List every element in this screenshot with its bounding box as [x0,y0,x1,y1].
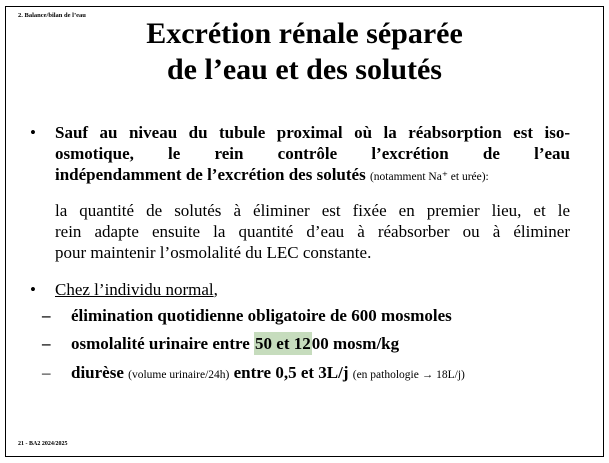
subitem-3-bold-2: entre 0,5 et 3L/j [233,363,349,382]
bullet-marker-1: • [30,123,36,142]
bullet-1-line-3-text: indépendamment de l’excrétion des soluté… [55,165,366,184]
title-line-1: Excrétion rénale séparée [146,17,463,50]
subitem-2-highlight: 50 et 12 [254,332,312,355]
bullet-1-para-line-2: rein adapte ensuite la quantité d’eau à … [55,222,570,241]
subitem-2-text-after: 00 mosm/kg [311,334,400,353]
bullet-1-para-line-3: pour maintenir l’osmolalité du LEC const… [55,243,372,262]
subitem-3-note-2: (en pathologie → 18L/j) [352,369,465,381]
bullet-1-note: (notamment Na⁺ et urée): [369,171,489,183]
slide-footer: 21 - BA2 2024/2025 [18,441,68,447]
bullet-1-para-line-1: la quantité de solutés à éliminer est fi… [55,201,570,220]
subitem-3: – diurèse (volume urinaire/24h) entre 0,5… [42,362,465,386]
subitem-1: – élimination quotidienne obligatoire de … [42,305,452,326]
title-line-2: de l’eau et des solutés [167,53,442,86]
bullet-2-underlined-text: Chez l’individu normal [55,280,214,299]
slide: 2. Balance/bilan de l’eau Excrétion réna… [0,0,609,463]
subitem-3-note-1: (volume urinaire/24h) [128,369,230,381]
subitem-3-bold-1: diurèse [71,363,124,382]
subitem-3-dash: – [42,363,51,382]
subitem-2-dash: – [42,334,51,353]
bullet-2-suffix: , [213,280,218,299]
subitem-2-text-before: osmolalité urinaire entre [71,334,255,353]
bullet-2-heading: Chez l’individu normal, [55,279,218,300]
bullet-1-line-3: indépendamment de l’excrétion des soluté… [55,164,570,188]
subitem-1-text: élimination quotidienne obligatoire de 6… [71,306,452,325]
bullet-1-paragraph: la quantité de solutés à éliminer est fi… [55,200,570,263]
bullet-1-line-2: osmotique, le rein contrôle l’excrétion … [55,144,570,163]
subitem-1-dash: – [42,306,51,325]
bullet-marker-2: • [30,280,36,299]
slide-title: Excrétion rénale séparée de l’eau et des… [0,16,609,88]
subitem-2: – osmolalité urinaire entre 50 et 1200 mo… [42,332,400,355]
bullet-1-line-1: Sauf au niveau du tubule proximal où la … [55,123,570,142]
bullet-1-statement: Sauf au niveau du tubule proximal où la … [55,122,570,188]
